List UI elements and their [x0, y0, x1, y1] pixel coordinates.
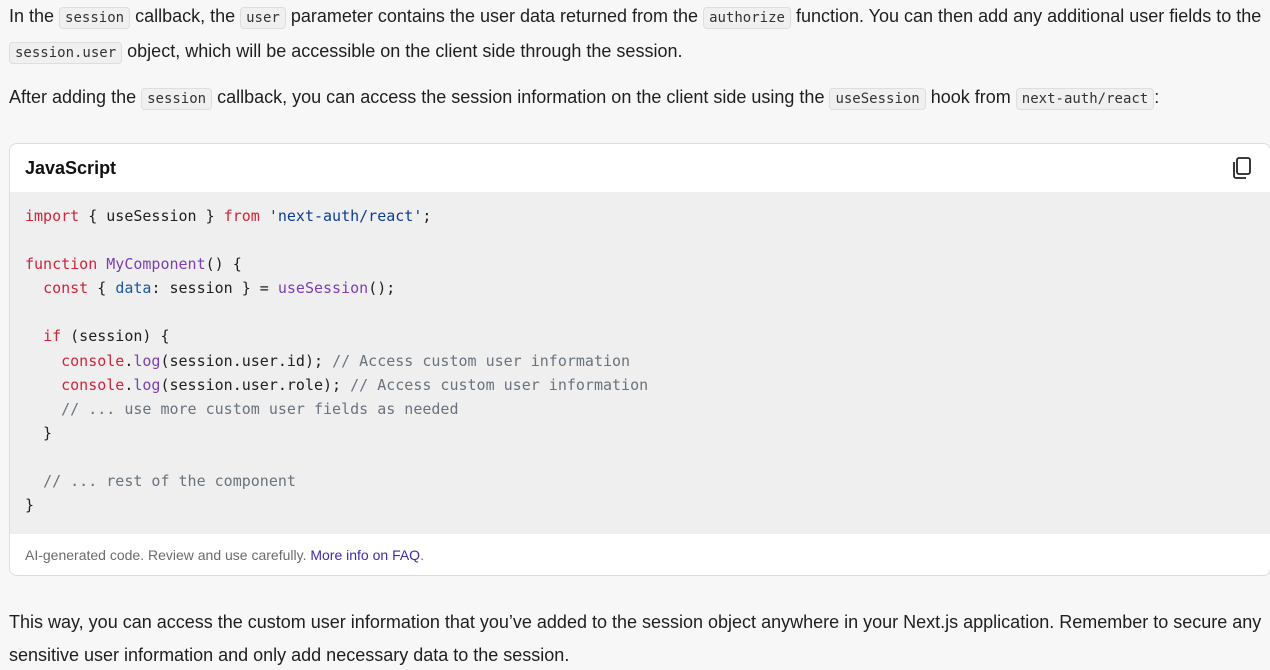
code-block-header: JavaScript	[10, 144, 1270, 192]
code-line: // ... rest of the component	[43, 472, 296, 491]
inline-code: authorize	[703, 7, 791, 29]
code-line: const { data: session } = useSession();	[43, 279, 396, 298]
inline-code: next-auth/react	[1015, 88, 1155, 110]
text: object, which will be accessible on the …	[122, 41, 683, 61]
code-line: import { useSession } from 'next-auth/re…	[25, 207, 432, 225]
copy-icon	[1233, 157, 1251, 179]
code-line: function MyComponent() {	[25, 255, 242, 274]
chat-response: In the session callback, the user parame…	[0, 0, 1270, 670]
ai-disclaimer: AI-generated code. Review and use carefu…	[25, 547, 311, 563]
text: callback, you can access the session inf…	[212, 87, 830, 107]
text: :	[1154, 87, 1160, 107]
code-line: console.log(session.user.role); // Acces…	[61, 375, 649, 394]
outro-paragraph: This way, you can access the custom user…	[9, 612, 1262, 665]
code-line: if (session) {	[43, 327, 170, 346]
text: hook from	[925, 87, 1016, 107]
code-line: }	[25, 423, 53, 442]
inline-code: session	[59, 7, 131, 29]
intro-paragraph-1: In the session callback, the user parame…	[9, 0, 1264, 70]
faq-link[interactable]: More info on FAQ	[310, 547, 420, 563]
code-language-label: JavaScript	[25, 157, 117, 178]
text: function. You can then add any additiona…	[790, 6, 1262, 26]
copy-button[interactable]	[1229, 155, 1255, 181]
inline-code: session	[141, 88, 213, 110]
code-line: // ... use more custom user fields as ne…	[61, 399, 459, 418]
intro-paragraph-2: After adding the session callback, you c…	[9, 81, 1264, 116]
footer-period: .	[420, 547, 424, 563]
code-body: import { useSession } from 'next-auth/re…	[10, 192, 1270, 534]
code-block-footer: AI-generated code. Review and use carefu…	[10, 534, 1270, 575]
code-block: JavaScript import { useSession } from 'n…	[9, 143, 1270, 576]
text: parameter contains the user data returne…	[285, 6, 704, 26]
inline-code: session.user	[9, 42, 123, 64]
inline-code: useSession	[829, 88, 926, 110]
code-line: }	[25, 496, 35, 515]
text: After adding the	[9, 87, 142, 107]
text: callback, the	[130, 6, 241, 26]
text: In the	[9, 6, 60, 26]
code-line: console.log(session.user.id); // Access …	[61, 351, 631, 370]
inline-code: user	[240, 7, 286, 29]
